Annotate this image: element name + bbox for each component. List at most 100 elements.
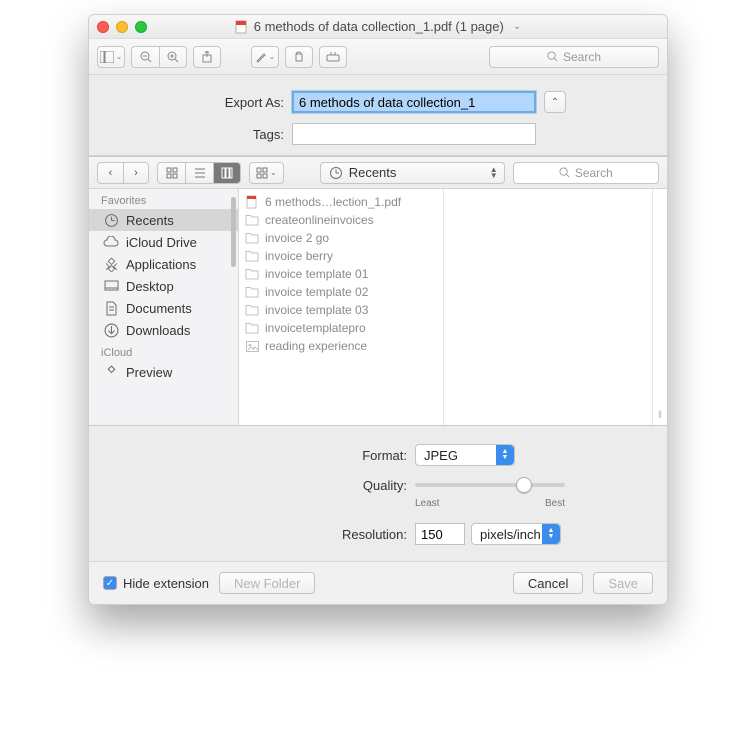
sidebar-item-applications[interactable]: Applications [89,253,238,275]
file-type-icon [245,303,259,317]
quality-best-label: Best [545,498,565,509]
file-item[interactable]: invoicetemplatepro [239,319,443,337]
zoom-in-button[interactable] [159,46,187,68]
file-item[interactable]: createonlineinvoices [239,211,443,229]
file-column-2 [444,189,653,425]
finder-search-placeholder: Search [575,166,613,180]
format-value: JPEG [424,448,458,463]
search-icon [547,51,558,62]
file-item[interactable]: invoice template 02 [239,283,443,301]
file-item[interactable]: invoice berry [239,247,443,265]
file-type-icon [245,195,259,209]
sidebar-item-icloud-drive[interactable]: iCloud Drive [89,231,238,253]
format-label: Format: [109,448,407,463]
file-item[interactable]: invoice template 01 [239,265,443,283]
file-type-icon [245,339,259,353]
format-popup[interactable]: JPEG ▲▼ [415,444,515,466]
file-name: invoice template 01 [265,267,368,281]
arrange-button[interactable]: ⌄ [249,162,284,184]
view-mode-button[interactable]: ⌄ [97,46,125,68]
hide-extension-checkbox[interactable]: ✓ Hide extension [103,576,209,591]
sidebar-item-label: Applications [126,257,196,272]
quality-slider[interactable] [415,476,565,494]
cloud-icon [103,234,119,250]
file-item[interactable]: invoice 2 go [239,229,443,247]
file-type-icon [245,249,259,263]
hide-extension-label: Hide extension [123,576,209,591]
updown-icon: ▲▼ [490,167,498,179]
resolution-unit-value: pixels/inch [480,527,541,542]
updown-icon: ▲▼ [542,524,560,544]
file-type-icon [245,231,259,245]
traffic-lights [97,21,147,33]
view-switcher [157,162,241,184]
quality-label: Quality: [109,478,407,493]
zoom-window-button[interactable] [135,21,147,33]
share-button[interactable] [193,46,221,68]
minimize-window-button[interactable] [116,21,128,33]
resolution-label: Resolution: [109,527,407,542]
file-name: reading experience [265,339,367,353]
checkbox-icon: ✓ [103,576,117,590]
document-toolbar: ⌄ ⌄ Search [89,39,667,75]
resolution-unit-popup[interactable]: pixels/inch ▲▼ [471,523,561,545]
sidebar-item-recents[interactable]: Recents [89,209,238,231]
doc-icon [103,300,119,316]
sidebar-item-downloads[interactable]: Downloads [89,319,238,341]
sidebar-item-documents[interactable]: Documents [89,297,238,319]
sidebar-item-label: Downloads [126,323,190,338]
collapse-sheet-button[interactable]: ⌃ [544,91,566,113]
icon-view-button[interactable] [157,162,185,184]
sidebar-header-icloud: iCloud [89,341,238,361]
export-options: Format: JPEG ▲▼ Quality: Least Best Reso… [89,426,667,561]
markup-button[interactable]: ⌄ [251,46,279,68]
location-popup[interactable]: Recents ▲▼ [320,162,505,184]
file-item[interactable]: invoice template 03 [239,301,443,319]
export-as-label: Export As: [109,95,284,110]
download-icon [103,322,119,338]
clock-icon [103,212,119,228]
sidebar-item-preview[interactable]: Preview [89,361,238,383]
new-folder-button[interactable]: New Folder [219,572,315,594]
zoom-out-button[interactable] [131,46,159,68]
document-search-field[interactable]: Search [489,46,659,68]
sidebar-item-label: iCloud Drive [126,235,197,250]
resolution-field[interactable] [415,523,465,545]
close-window-button[interactable] [97,21,109,33]
save-button[interactable]: Save [593,572,653,594]
file-name: 6 methods…lection_1.pdf [265,195,401,209]
back-button[interactable]: ‹ [97,162,123,184]
file-name: invoice template 02 [265,285,368,299]
file-name: invoice berry [265,249,333,263]
desktop-icon [103,278,119,294]
apps-icon [103,364,119,380]
file-item[interactable]: 6 methods…lection_1.pdf [239,193,443,211]
finder-search-field[interactable]: Search [513,162,659,184]
rotate-button[interactable] [285,46,313,68]
file-item[interactable]: reading experience [239,337,443,355]
file-name: invoice 2 go [265,231,329,245]
export-filename-field[interactable] [292,91,536,113]
sidebar-item-label: Documents [126,301,192,316]
column-resize-handle[interactable]: ‖ [653,189,667,425]
file-browser: ‹ › ⌄ Recents ▲▼ Search Favorites [89,156,667,426]
tags-field[interactable] [292,123,536,145]
preview-window: 6 methods of data collection_1.pdf (1 pa… [88,14,668,605]
export-sheet: Export As: ⌃ Tags: [89,75,667,156]
finder-sidebar: Favorites Recents iCloud Drive Applicati… [89,189,239,425]
column-view-button[interactable] [213,162,241,184]
document-search-placeholder: Search [563,50,601,64]
quality-least-label: Least [415,498,439,509]
sidebar-item-label: Preview [126,365,172,380]
sidebar-item-desktop[interactable]: Desktop [89,275,238,297]
sidebar-item-label: Recents [126,213,174,228]
forward-button[interactable]: › [123,162,149,184]
file-type-icon [245,213,259,227]
edit-toolbar-button[interactable] [319,46,347,68]
file-name: invoicetemplatepro [265,321,366,335]
sidebar-header-favorites: Favorites [89,189,238,209]
list-view-button[interactable] [185,162,213,184]
search-icon [559,167,570,178]
title-dropdown-icon[interactable]: ⌄ [513,21,521,32]
cancel-button[interactable]: Cancel [513,572,583,594]
